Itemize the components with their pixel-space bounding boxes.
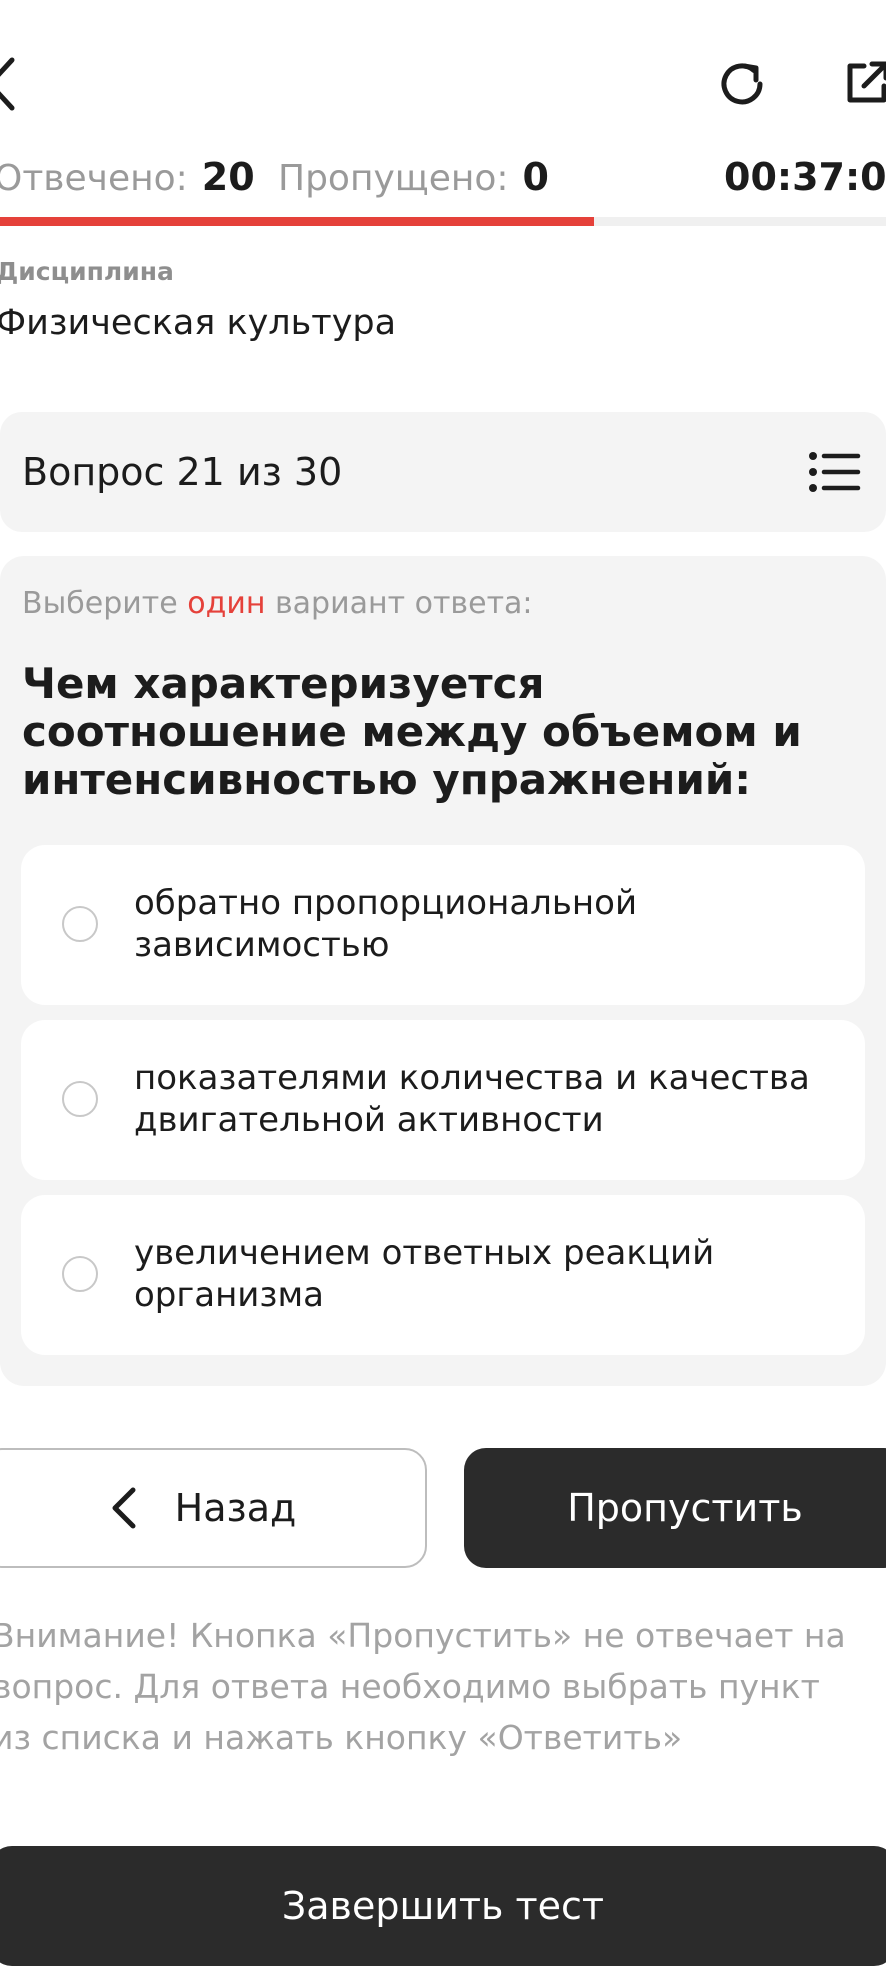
timer: 00:37:05 xyxy=(724,155,886,199)
question-card: Выберите один вариант ответа: Чем характ… xyxy=(0,556,886,1386)
back-chevron-icon[interactable] xyxy=(0,54,18,114)
answered-count: 20 xyxy=(201,155,255,199)
skip-button-label: Пропустить xyxy=(567,1486,803,1530)
question-header[interactable]: Вопрос 21 из 30 xyxy=(0,412,886,532)
skipped-label: Пропущено: xyxy=(278,158,509,199)
skipped-stat: Пропущено: 0 xyxy=(278,155,549,205)
radio-button[interactable] xyxy=(62,1081,98,1117)
instruction-prefix: Выберите xyxy=(22,586,188,621)
chevron-left-icon xyxy=(111,1486,137,1530)
skipped-count: 0 xyxy=(522,155,549,199)
answer-option-text: обратно пропорциональной зависимостью xyxy=(134,883,638,965)
question-counter: Вопрос 21 из 30 xyxy=(22,450,343,494)
external-link-icon[interactable] xyxy=(842,58,886,108)
radio-button[interactable] xyxy=(62,906,98,942)
answered-stat: Отвечено: 20 xyxy=(0,155,255,205)
instruction-accent: один xyxy=(187,586,266,621)
discipline-name: Физическая культура xyxy=(0,303,397,343)
radio-button[interactable] xyxy=(62,1256,98,1292)
progress-fill xyxy=(0,217,594,226)
finish-test-button[interactable]: Завершить тест xyxy=(0,1846,886,1966)
question-text: Чем характеризуется соотношение между об… xyxy=(22,659,802,804)
progress-bar xyxy=(0,217,886,226)
answer-option[interactable]: обратно пропорциональной зависимостью xyxy=(21,845,865,1005)
answer-option[interactable]: увеличением ответных реакций организма xyxy=(21,1195,865,1355)
answer-option-text: показателями количества и качества двига… xyxy=(134,1058,810,1140)
instruction-suffix: вариант ответа: xyxy=(265,586,533,621)
answered-label: Отвечено: xyxy=(0,158,188,199)
answer-instruction: Выберите один вариант ответа: xyxy=(22,586,533,621)
discipline-label: Дисциплина xyxy=(0,257,174,286)
back-button-label: Назад xyxy=(174,1486,297,1530)
question-list-icon[interactable] xyxy=(808,445,862,499)
answer-option-text: увеличением ответных реакций организма xyxy=(134,1233,715,1315)
back-button[interactable]: Назад xyxy=(0,1448,427,1568)
skip-notice: Внимание! Кнопка «Пропустить» не отвечае… xyxy=(0,1616,846,1757)
finish-test-label: Завершить тест xyxy=(281,1884,605,1928)
answer-option[interactable]: показателями количества и качества двига… xyxy=(21,1020,865,1180)
refresh-icon[interactable] xyxy=(712,54,772,114)
skip-button[interactable]: Пропустить xyxy=(464,1448,886,1568)
